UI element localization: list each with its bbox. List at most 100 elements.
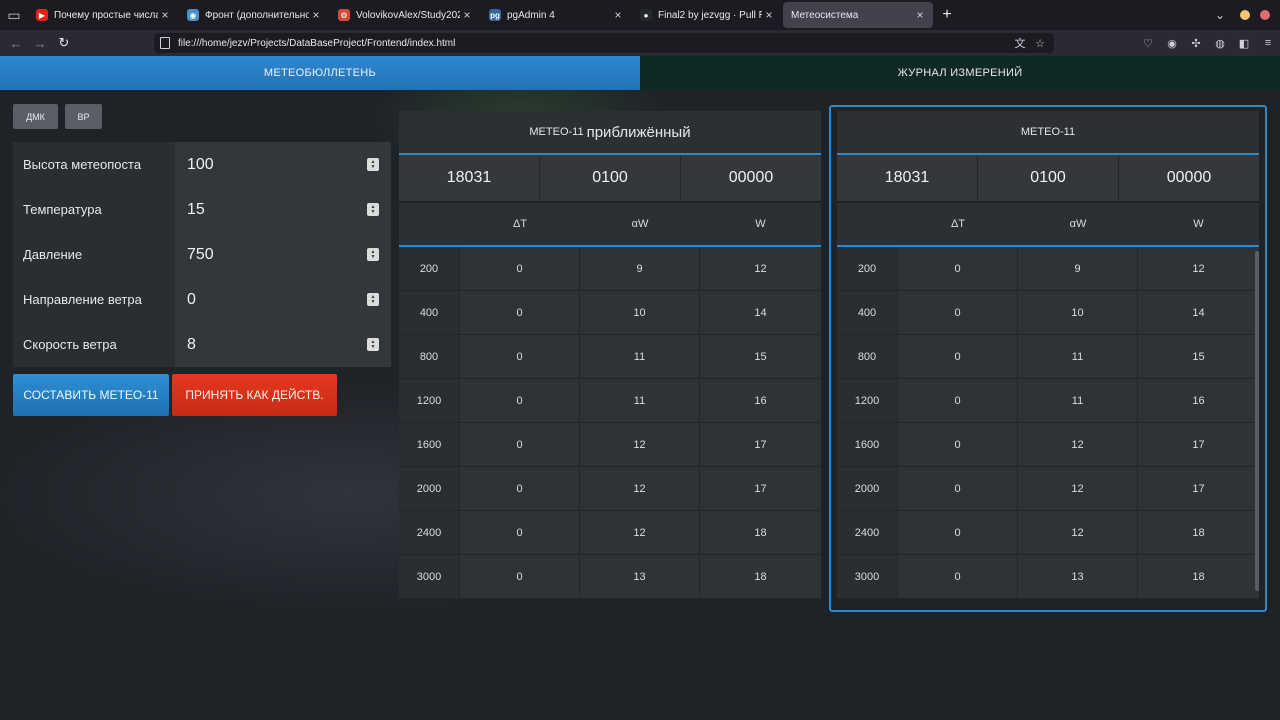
pocket-icon[interactable]: ♡ xyxy=(1136,37,1160,50)
dmk-button[interactable]: ДМК xyxy=(13,104,58,129)
field-label: Высота метеопоста xyxy=(13,142,175,187)
tab-close-icon[interactable]: × xyxy=(309,8,323,22)
table-row[interactable]: 800 0 11 15 xyxy=(837,335,1259,379)
table-row[interactable]: 1600 0 12 17 xyxy=(399,423,821,467)
table-row[interactable]: 2000 0 12 17 xyxy=(837,467,1259,511)
number-input[interactable] xyxy=(175,187,391,232)
table-row[interactable]: 200 0 9 12 xyxy=(837,247,1259,291)
height-cell: 800 xyxy=(399,335,460,378)
menu-icon[interactable]: ≡ xyxy=(1256,37,1280,49)
tab-bulletin[interactable]: МЕТЕОБЮЛЛЕТЕНЬ xyxy=(0,56,640,90)
table-row[interactable]: 400 0 10 14 xyxy=(399,291,821,335)
approx-title-small: МЕТЕО-11 xyxy=(529,126,584,138)
page: МЕТЕОБЮЛЛЕТЕНЬ ЖУРНАЛ ИЗМЕРЕНИЙ ДМК ВР В… xyxy=(0,56,1280,720)
actual-header-aw: αW xyxy=(1069,218,1087,230)
value-cell: 11 xyxy=(1018,379,1138,422)
tab-close-icon[interactable]: × xyxy=(913,8,927,22)
browser-tab-bar: ▭ ▶Почему простые числа обр×◉Фронт (допо… xyxy=(0,0,1280,30)
number-input[interactable] xyxy=(175,142,391,187)
number-input[interactable] xyxy=(175,232,391,277)
actual-table-scrollbar[interactable] xyxy=(1255,251,1259,591)
tab-close-icon[interactable]: × xyxy=(460,8,474,22)
list-all-tabs-icon[interactable]: ▭ xyxy=(0,0,28,30)
bookmark-star-icon[interactable]: ☆ xyxy=(1030,37,1050,50)
urlbar-actions: 文 ☆ xyxy=(1010,33,1050,53)
browser-nav-bar: ← → ↻ file:///home/jezv/Projects/DataBas… xyxy=(0,30,1280,56)
compose-meteo11-button[interactable]: СОСТАВИТЬ МЕТЕО-11 xyxy=(13,374,169,416)
value-cell: 12 xyxy=(1192,262,1205,275)
height-cell: 3000 xyxy=(837,555,898,598)
tab-title: Почему простые числа обр xyxy=(54,9,158,21)
url-text[interactable]: file:///home/jezv/Projects/DataBaseProje… xyxy=(178,38,455,49)
extension-icon[interactable]: ◍ xyxy=(1208,37,1232,50)
value-cell: 12 xyxy=(754,262,767,275)
reload-icon[interactable]: ↻ xyxy=(52,30,76,56)
spinner-icon[interactable]: ▲ ▼ xyxy=(367,338,379,351)
browser-tab[interactable]: Метеосистема × xyxy=(783,2,933,28)
table-row[interactable]: 2400 0 12 18 xyxy=(837,511,1259,555)
spinner-icon[interactable]: ▲ ▼ xyxy=(367,158,379,171)
tab-favicon-icon: ⚙ xyxy=(338,9,350,21)
tab-favicon-icon: pg xyxy=(489,9,501,21)
new-tab-button[interactable]: + xyxy=(934,2,960,28)
table-row[interactable]: 1200 0 11 16 xyxy=(399,379,821,423)
spinner-icon[interactable]: ▲ ▼ xyxy=(367,293,379,306)
number-input[interactable] xyxy=(175,322,391,367)
tab-close-icon[interactable]: × xyxy=(158,8,172,22)
table-row[interactable]: 2000 0 12 17 xyxy=(399,467,821,511)
table-row[interactable]: 200 0 9 12 xyxy=(399,247,821,291)
tab-close-icon[interactable]: × xyxy=(762,8,776,22)
value-cell: 0 xyxy=(460,291,580,334)
value-cell: 0 xyxy=(460,379,580,422)
table-row[interactable]: 2400 0 12 18 xyxy=(399,511,821,555)
spinner-icon[interactable]: ▲ ▼ xyxy=(367,203,379,216)
tab-journal[interactable]: ЖУРНАЛ ИЗМЕРЕНИЙ xyxy=(640,56,1280,90)
tab-close-icon[interactable]: × xyxy=(611,8,625,22)
vr-button[interactable]: ВР xyxy=(65,104,102,129)
value-cell: 10 xyxy=(1018,291,1138,334)
table-row[interactable]: 3000 0 13 18 xyxy=(837,555,1259,599)
table-row[interactable]: 400 0 10 14 xyxy=(837,291,1259,335)
table-row[interactable]: 3000 0 13 18 xyxy=(399,555,821,599)
height-cell: 1600 xyxy=(399,423,460,466)
value-cell: 13 xyxy=(1018,555,1138,598)
extensions-icon[interactable]: ✣ xyxy=(1184,37,1208,50)
value-cell: 0 xyxy=(460,423,580,466)
account-icon[interactable]: ◉ xyxy=(1160,37,1184,50)
height-cell: 200 xyxy=(837,247,898,290)
browser-tab[interactable]: ⚙ VolovikovAlex/Study2025: P× xyxy=(330,2,480,28)
back-arrow-icon[interactable]: ← xyxy=(4,30,28,56)
window-minimize-button[interactable] xyxy=(1240,10,1250,20)
url-bar[interactable]: file:///home/jezv/Projects/DataBaseProje… xyxy=(154,33,1054,53)
approx-table-body[interactable]: 200 0 9 12 400 0 10 14 800 0 11 15 1200 0 11 16 1600 0 12 1… xyxy=(399,247,821,599)
translate-extension-icon[interactable]: ◧ xyxy=(1232,37,1256,50)
form-row: Давление ▲▼ xyxy=(13,232,391,277)
browser-tab[interactable]: ◉ Фронт (дополнительно) × xyxy=(179,2,329,28)
browser-tab[interactable]: ▶ Почему простые числа обр× xyxy=(28,2,178,28)
accept-as-actual-button[interactable]: ПРИНЯТЬ КАК ДЕЙСТВ. xyxy=(172,374,337,416)
spinner-icon[interactable]: ▲ ▼ xyxy=(367,248,379,261)
value-cell: 13 xyxy=(580,555,700,598)
translate-icon[interactable]: 文 xyxy=(1010,35,1030,51)
browser-tab[interactable]: ● Final2 by jezvgg · Pull Reque× xyxy=(632,2,782,28)
actual-code-3: 00000 xyxy=(1119,155,1259,201)
value-cell: 0 xyxy=(898,335,1018,378)
table-row[interactable]: 1200 0 11 16 xyxy=(837,379,1259,423)
actual-table-body[interactable]: 200 0 9 12 400 0 10 14 800 0 11 15 1200 0 11 16 1600 0 12 1… xyxy=(837,247,1259,599)
value-cell: 0 xyxy=(460,467,580,510)
height-cell: 800 xyxy=(837,335,898,378)
table-row[interactable]: 1600 0 12 17 xyxy=(837,423,1259,467)
height-cell: 1200 xyxy=(399,379,460,422)
value-cell: 12 xyxy=(580,511,700,554)
forward-arrow-icon[interactable]: → xyxy=(28,30,52,56)
value-cell: 15 xyxy=(754,350,767,363)
tab-overflow-chevron-icon[interactable]: ⌄ xyxy=(1200,8,1240,22)
window-close-button[interactable] xyxy=(1260,10,1270,20)
height-cell: 2000 xyxy=(399,467,460,510)
table-row[interactable]: 800 0 11 15 xyxy=(399,335,821,379)
approx-code-2: 0100 xyxy=(540,155,681,201)
number-input[interactable] xyxy=(175,277,391,322)
browser-tab[interactable]: pg pgAdmin 4 × xyxy=(481,2,631,28)
value-cell: 11 xyxy=(580,335,700,378)
value-cell: 15 xyxy=(1192,350,1205,363)
